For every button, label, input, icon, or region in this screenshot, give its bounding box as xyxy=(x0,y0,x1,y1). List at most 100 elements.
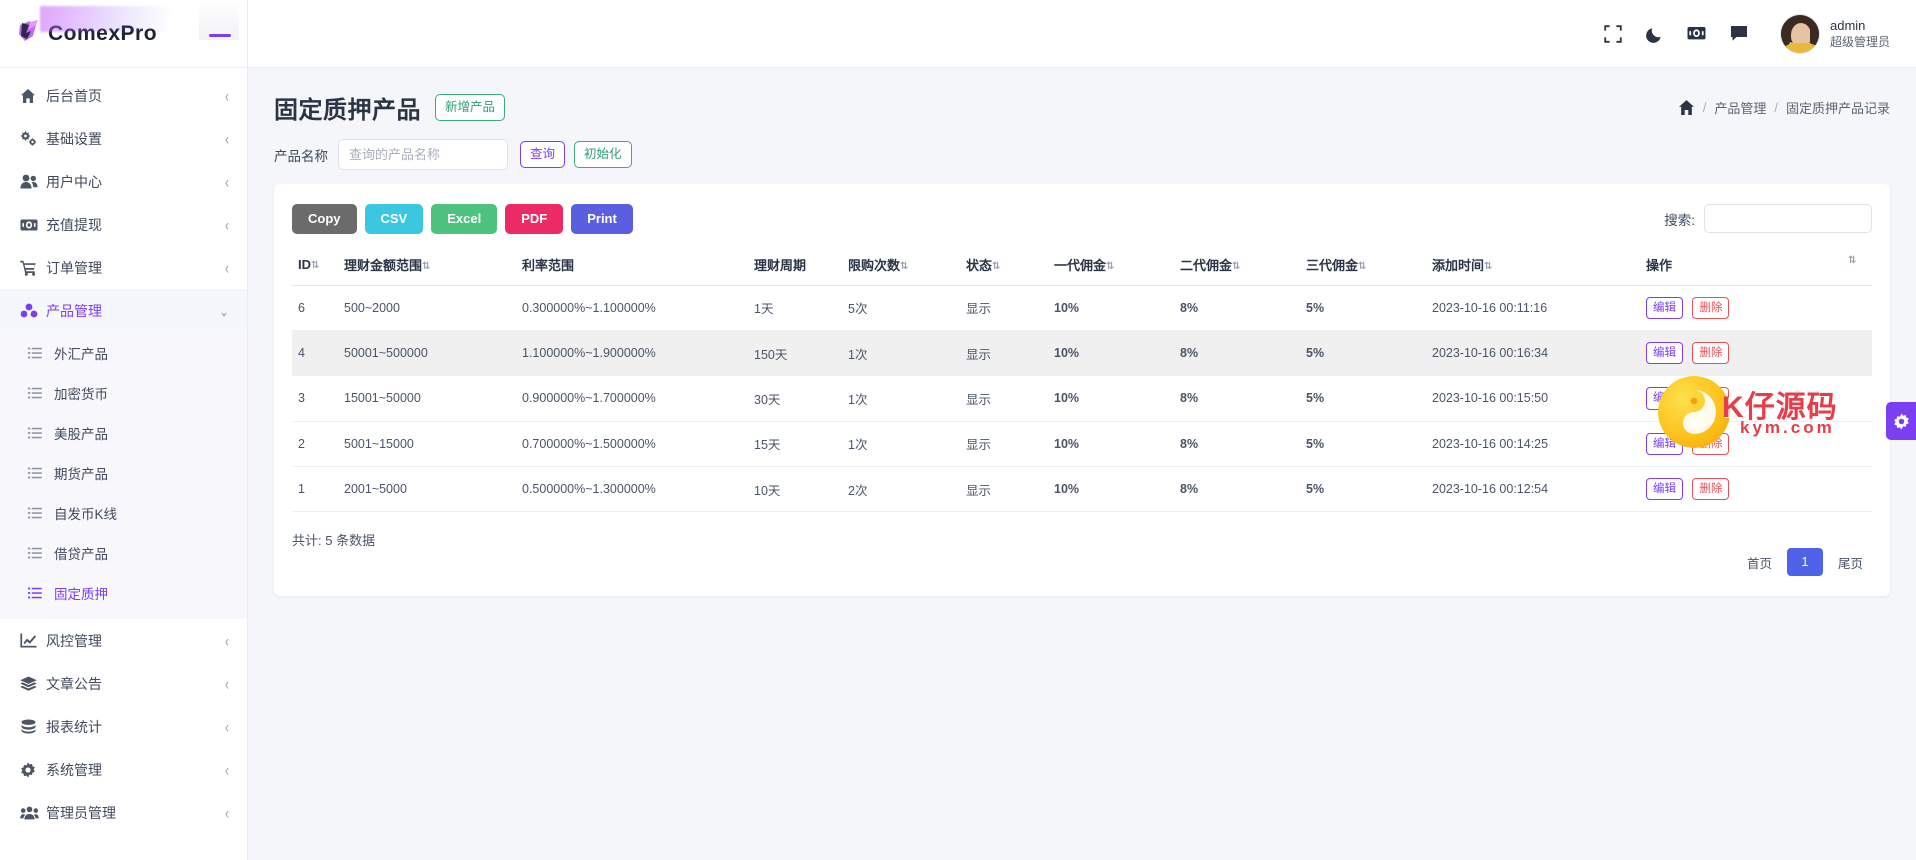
brand-header[interactable]: ComexPro xyxy=(0,0,247,68)
pagination-last[interactable]: 尾页 xyxy=(1828,548,1872,577)
col-commission-1[interactable]: 一代佣金⇅ xyxy=(1048,245,1174,286)
pagination-first[interactable]: 首页 xyxy=(1737,548,1781,577)
edit-button[interactable]: 编辑 xyxy=(1646,341,1683,365)
cell-limit: 2次 xyxy=(842,466,960,513)
breadcrumb-level1[interactable]: 产品管理 xyxy=(1714,98,1766,117)
query-button[interactable]: 查询 xyxy=(520,141,566,168)
moon-icon[interactable] xyxy=(1636,15,1674,53)
breadcrumb-home-icon[interactable] xyxy=(1678,99,1695,116)
sidebar-subitem-label: 加密货币 xyxy=(54,387,108,402)
sort-icon: ⇅ xyxy=(311,259,320,271)
app-root: ComexPro 后台首页 ‹ 基础设置 ‹ 用户中心 ‹ 充值提现 ‹ 订单管… xyxy=(0,0,1916,860)
sidebar-submenu-product: 外汇产品 加密货币 美股产品 期货产品 自发币K线 借贷产品 固定质押 xyxy=(0,332,247,619)
col-status[interactable]: 状态⇅ xyxy=(960,245,1048,286)
sort-icon: ⇅ xyxy=(422,260,431,272)
cell-commission-3: 5% xyxy=(1300,285,1426,331)
edit-button[interactable]: 编辑 xyxy=(1646,387,1683,410)
col-commission-2[interactable]: 二代佣金⇅ xyxy=(1174,245,1300,286)
pdf-button[interactable]: PDF xyxy=(505,204,564,234)
products-table: ID⇅ 理财金额范围⇅ 利率范围 理财周期 限购次数⇅ 状态⇅ 一代佣金⇅ 二代… xyxy=(292,245,1872,513)
col-created-time[interactable]: 添加时间⇅ xyxy=(1426,245,1640,286)
cart-icon xyxy=(20,259,46,277)
table-row[interactable]: 3 15001~50000 0.900000%~1.700000% 30天 1次… xyxy=(292,375,1872,422)
reset-button[interactable]: 初始化 xyxy=(574,141,632,168)
table-row[interactable]: 2 5001~15000 0.700000%~1.500000% 15天 1次 … xyxy=(292,421,1872,468)
sidebar-item-report-statistics[interactable]: 报表统计 ‹ xyxy=(0,705,247,748)
col-rate-range[interactable]: 利率范围 xyxy=(516,245,748,286)
col-period[interactable]: 理财周期 xyxy=(748,245,842,286)
sidebar-item-label: 管理员管理 xyxy=(46,804,116,821)
cell-rate-range: 1.100000%~1.900000% xyxy=(516,330,748,377)
chevron-left-icon: ‹ xyxy=(225,215,229,234)
sidebar-subitem-us-stocks[interactable]: 美股产品 xyxy=(0,413,247,453)
edit-button[interactable]: 编辑 xyxy=(1646,478,1683,501)
sidebar-subitem-lending[interactable]: 借贷产品 xyxy=(0,533,247,573)
delete-button[interactable]: 删除 xyxy=(1692,478,1730,501)
sidebar-item-product-management[interactable]: 产品管理 ⌄ xyxy=(0,289,247,332)
list-icon xyxy=(28,544,54,562)
sidebar-item-article-notice[interactable]: 文章公告 ‹ xyxy=(0,662,247,705)
delete-button[interactable]: 删除 xyxy=(1692,296,1730,319)
fullscreen-icon[interactable] xyxy=(1594,15,1632,53)
cell-actions: 编辑 删除 xyxy=(1640,375,1872,422)
breadcrumb-separator: / xyxy=(1702,100,1707,115)
edit-button[interactable]: 编辑 xyxy=(1646,296,1683,319)
sidebar-subitem-crypto[interactable]: 加密货币 xyxy=(0,373,247,413)
cell-commission-2: 8% xyxy=(1174,466,1300,513)
chat-icon[interactable] xyxy=(1720,15,1758,53)
cell-status: 显示 xyxy=(960,285,1048,331)
col-commission-3[interactable]: 三代佣金⇅ xyxy=(1300,245,1426,286)
sidebar-item-recharge-withdraw[interactable]: 充值提现 ‹ xyxy=(0,203,247,246)
table-row[interactable]: 6 500~2000 0.300000%~1.100000% 1天 5次 显示 … xyxy=(292,285,1872,331)
col-label: 操作 xyxy=(1646,257,1673,273)
settings-gear-icon[interactable] xyxy=(1886,402,1916,440)
sidebar-subitem-self-coin-kline[interactable]: 自发币K线 xyxy=(0,493,247,533)
cell-commission-1: 10% xyxy=(1048,285,1174,331)
cell-status: 显示 xyxy=(960,330,1048,377)
edit-button[interactable]: 编辑 xyxy=(1646,432,1683,456)
col-limit[interactable]: 限购次数⇅ xyxy=(842,245,960,286)
sidebar-item-system-management[interactable]: 系统管理 ‹ xyxy=(0,748,247,791)
copy-button[interactable]: Copy xyxy=(292,204,357,234)
cell-commission-3: 5% xyxy=(1300,375,1426,422)
money-icon[interactable] xyxy=(1678,15,1716,53)
sidebar-item-user-center[interactable]: 用户中心 ‹ xyxy=(0,160,247,203)
add-product-button[interactable]: 新增产品 xyxy=(435,94,506,121)
col-amount-range[interactable]: 理财金额范围⇅ xyxy=(338,245,516,286)
product-name-input[interactable] xyxy=(338,139,508,170)
cell-commission-3: 5% xyxy=(1300,421,1426,468)
cell-amount-range: 15001~50000 xyxy=(338,375,516,422)
excel-button[interactable]: Excel xyxy=(431,204,498,234)
col-id[interactable]: ID⇅ xyxy=(292,245,338,286)
page-content: 固定质押产品 新增产品 / 产品管理 / 固定质押产品记录 产品名称 查询 初始 xyxy=(248,68,1916,860)
user-role: 超级管理员 xyxy=(1829,35,1890,50)
delete-button[interactable]: 删除 xyxy=(1692,432,1730,456)
user-profile[interactable]: admin 超级管理员 xyxy=(1779,13,1890,54)
sidebar-item-admin-management[interactable]: 管理员管理 ‹ xyxy=(0,791,247,834)
sidebar-item-label: 报表统计 xyxy=(46,718,102,735)
search-input[interactable] xyxy=(1704,204,1872,234)
sidebar-subitem-fixed-pledge[interactable]: 固定质押 xyxy=(0,573,247,613)
list-icon xyxy=(28,344,54,362)
sidebar-item-basic-settings[interactable]: 基础设置 ‹ xyxy=(0,117,247,160)
sidebar-item-order-management[interactable]: 订单管理 ‹ xyxy=(0,246,247,289)
cell-created-time: 2023-10-16 00:12:54 xyxy=(1426,466,1640,513)
sidebar-item-risk-control[interactable]: 风控管理 ‹ xyxy=(0,619,247,662)
col-label: 添加时间 xyxy=(1432,257,1485,273)
sidebar-subitem-forex[interactable]: 外汇产品 xyxy=(0,333,247,373)
delete-button[interactable]: 删除 xyxy=(1692,387,1730,410)
csv-button[interactable]: CSV xyxy=(364,204,424,234)
sidebar-collapse-button[interactable] xyxy=(209,34,231,37)
table-row[interactable]: 1 2001~5000 0.500000%~1.300000% 10天 2次 显… xyxy=(292,466,1872,513)
sidebar-item-dashboard[interactable]: 后台首页 ‹ xyxy=(0,74,247,117)
pagination-page-1[interactable]: 1 xyxy=(1786,548,1823,577)
table-footer: 共计: 5 条数据 首页 1 尾页 xyxy=(292,512,1872,577)
delete-button[interactable]: 删除 xyxy=(1692,341,1730,365)
table-row[interactable]: 4 50001~500000 1.100000%~1.900000% 150天 … xyxy=(292,330,1872,377)
sort-icon: ⇅ xyxy=(992,260,1001,272)
table-header-row: ID⇅ 理财金额范围⇅ 利率范围 理财周期 限购次数⇅ 状态⇅ 一代佣金⇅ 二代… xyxy=(292,245,1872,286)
print-button[interactable]: Print xyxy=(571,204,633,234)
col-actions[interactable]: 操作 ⇅ xyxy=(1640,245,1872,286)
chevron-left-icon: ‹ xyxy=(225,717,229,736)
sidebar-subitem-futures[interactable]: 期货产品 xyxy=(0,453,247,493)
